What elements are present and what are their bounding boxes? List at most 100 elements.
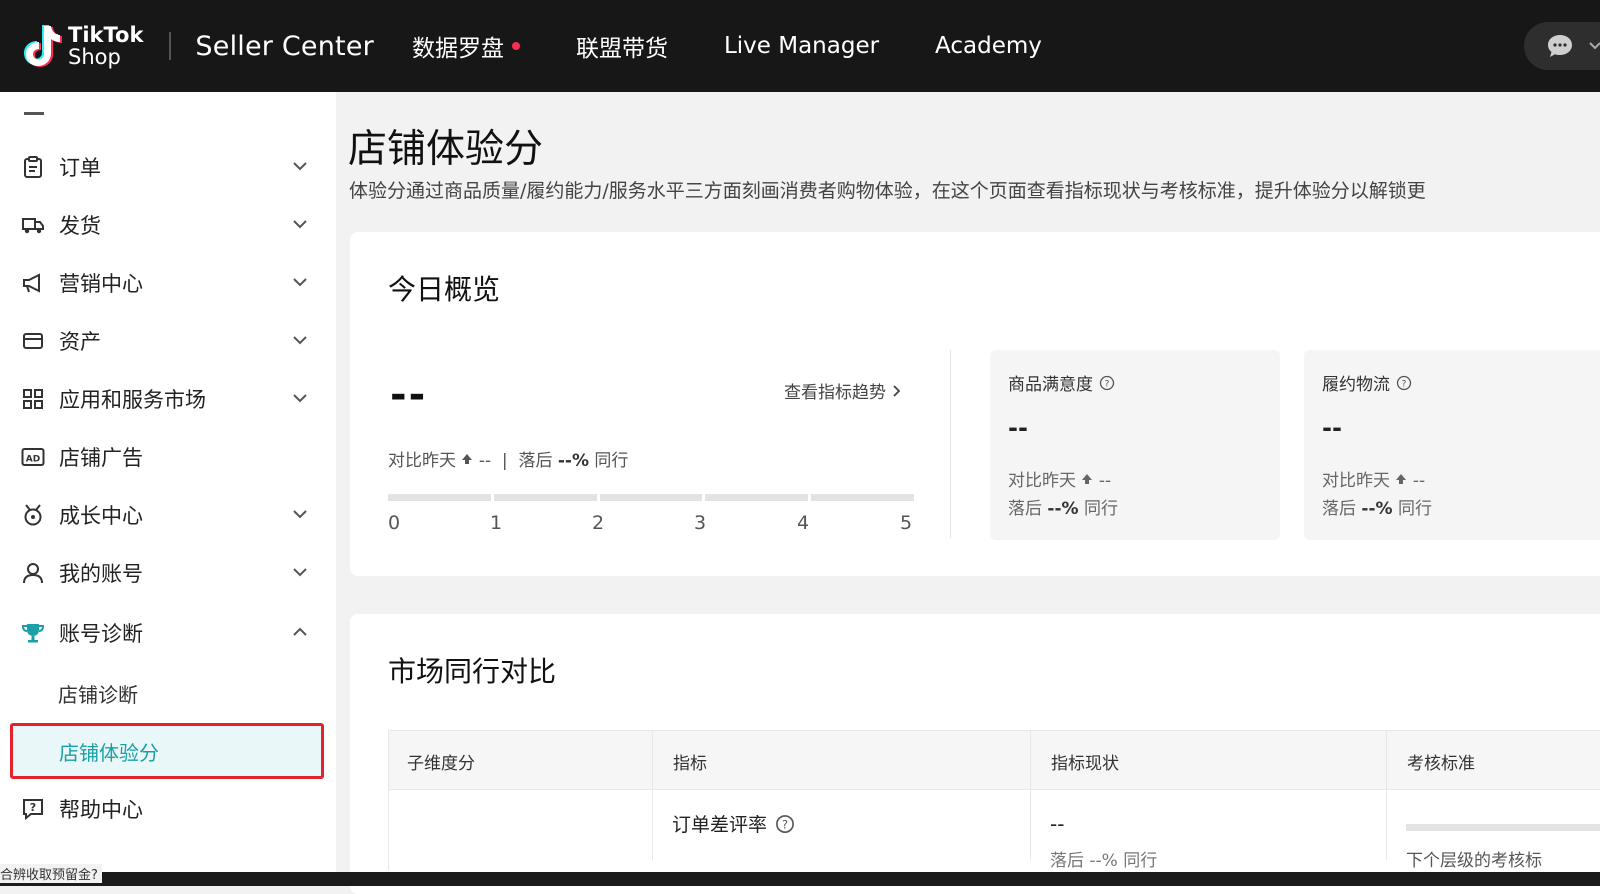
- metric-title: 商品满意度: [1008, 375, 1093, 395]
- nav-item-label: 数据罗盘: [411, 36, 504, 62]
- bottom-hint-text: 合辨收取预留金?: [0, 864, 102, 883]
- sidebar-item-account-diagnosis[interactable]: 账号诊断: [0, 608, 336, 658]
- help-icon: ?: [21, 797, 45, 821]
- chevron-down-icon: [293, 336, 307, 345]
- lag-prefix: 落后: [518, 451, 553, 471]
- nav-item-label: Academy: [935, 33, 1042, 59]
- sidebar-item-orders[interactable]: 订单: [0, 142, 336, 192]
- brand-line-1: TikTok: [68, 23, 144, 47]
- scale-segment: [811, 494, 914, 501]
- arrow-up-icon: [1396, 474, 1407, 484]
- svg-text:?: ?: [1402, 379, 1407, 389]
- trophy-icon: [21, 621, 45, 645]
- chevron-right-icon: [893, 385, 901, 397]
- scale-tick: 5: [900, 512, 913, 534]
- sidebar: 订单 发货 营销中心 资产 应用和服务市场 AD 店铺广告 成长中心 我的账号 …: [0, 92, 336, 872]
- sidebar-item-my-account[interactable]: 我的账号: [0, 548, 336, 598]
- metric-lag-prefix: 落后: [1322, 499, 1356, 519]
- apps-grid-icon: [21, 387, 45, 411]
- score-scale-bar: [388, 494, 914, 501]
- chat-bubble-icon: [1548, 35, 1572, 57]
- sidebar-item-label: 应用和服务市场: [59, 388, 206, 412]
- scale-tick: 0: [388, 512, 401, 534]
- nav-item-data-compass[interactable]: 数据罗盘: [412, 29, 520, 63]
- metric-lag: 落后 --% 同行: [1008, 494, 1118, 519]
- metric-lag-suffix: 同行: [1083, 499, 1118, 519]
- table-row-standard: 下个层级的考核标: [1406, 851, 1542, 871]
- view-trend-link[interactable]: 查看指标趋势: [784, 378, 901, 403]
- sidebar-item-label: 我的账号: [59, 562, 143, 586]
- column-divider: [1386, 730, 1387, 860]
- sidebar-item-label: 账号诊断: [59, 622, 143, 646]
- table-row-metric: 订单差评率 ?: [672, 810, 795, 837]
- question-circle-icon[interactable]: ?: [1099, 375, 1115, 391]
- sidebar-subitem-store-experience-score[interactable]: 店铺体验分: [10, 723, 324, 779]
- scale-tick: 2: [592, 512, 605, 534]
- sidebar-item-marketing[interactable]: 营销中心: [0, 258, 336, 308]
- comparison-table-header: 子维度分 指标 指标现状 考核标准: [388, 730, 1600, 790]
- arrow-up-icon: [1082, 474, 1093, 484]
- chevron-up-icon: [293, 627, 307, 636]
- sidebar-scrolled-item-edge: [24, 112, 44, 115]
- overview-divider: [950, 350, 951, 538]
- scale-segment: [493, 494, 597, 501]
- sidebar-item-label: 营销中心: [59, 272, 143, 296]
- megaphone-icon: [21, 271, 45, 295]
- sidebar-item-app-market[interactable]: 应用和服务市场: [0, 374, 336, 424]
- scale-tick: 3: [694, 512, 707, 534]
- metric-card-product-satisfaction[interactable]: 商品满意度 ? -- 对比昨天 -- 落后 --% 同行: [990, 350, 1280, 540]
- chevron-down-icon: [293, 568, 307, 577]
- sidebar-item-growth-center[interactable]: 成长中心: [0, 490, 336, 540]
- metric-lag-value: --%: [1361, 499, 1393, 519]
- sidebar-item-help-center[interactable]: ? 帮助中心: [0, 784, 336, 834]
- table-left-border: [388, 790, 389, 870]
- notification-dot: [511, 42, 520, 50]
- sidebar-item-store-ads[interactable]: AD 店铺广告: [0, 432, 336, 482]
- wallet-icon: [21, 329, 45, 353]
- main-content: 店铺体验分 体验分通过商品质量/履约能力/服务水平三方面刻画消费者购物体验，在这…: [336, 92, 1600, 894]
- nav-item-affiliate[interactable]: 联盟带货: [576, 29, 668, 63]
- overview-title: 今日概览: [388, 273, 501, 306]
- nav-item-academy[interactable]: Academy: [935, 33, 1042, 59]
- tiktok-note-icon: [24, 25, 62, 67]
- sidebar-item-label: 订单: [59, 156, 101, 180]
- svg-text:?: ?: [30, 801, 36, 814]
- column-divider: [1030, 730, 1031, 860]
- sidebar-item-shipping[interactable]: 发货: [0, 200, 336, 250]
- tiktok-shop-logo[interactable]: TikTok Shop: [20, 22, 143, 70]
- column-header: 考核标准: [1407, 754, 1475, 774]
- lag-value: --%: [557, 451, 590, 471]
- seller-center-title[interactable]: Seller Center: [195, 31, 374, 62]
- sidebar-item-label: 资产: [59, 330, 101, 354]
- metric-title-row: 商品满意度 ?: [1008, 370, 1115, 395]
- sidebar-subitem-store-diagnosis[interactable]: 店铺诊断: [58, 679, 138, 708]
- today-overview-card: 今日概览 -- 查看指标趋势 对比昨天 -- | 落后 --% 同行 0 1 2…: [350, 232, 1600, 576]
- brand-wordmark: TikTok Shop: [68, 24, 143, 68]
- metric-compare: 对比昨天 --: [1008, 466, 1111, 491]
- column-header: 指标现状: [1051, 754, 1119, 774]
- metric-title-row: 履约物流 ?: [1322, 370, 1412, 395]
- sidebar-item-assets[interactable]: 资产: [0, 316, 336, 366]
- chevron-down-icon: [293, 394, 307, 403]
- metric-card-fulfillment-logistics[interactable]: 履约物流 ? -- 对比昨天 -- 落后 --% 同行: [1304, 350, 1600, 540]
- messages-button[interactable]: [1524, 22, 1600, 70]
- compare-prefix: 对比昨天: [388, 451, 456, 471]
- scale-segment: [705, 494, 809, 501]
- clipboard-icon: [21, 155, 45, 179]
- arrow-up-icon: [462, 454, 473, 464]
- scale-segment: [599, 494, 703, 501]
- ad-icon: AD: [21, 445, 45, 469]
- table-row-status: --: [1050, 812, 1065, 836]
- chevron-down-icon: [293, 162, 307, 171]
- market-title: 市场同行对比: [388, 655, 557, 688]
- sidebar-subitem-label: 店铺体验分: [59, 740, 159, 765]
- question-circle-icon[interactable]: ?: [775, 814, 795, 834]
- nav-item-label: Live Manager: [723, 33, 880, 59]
- nav-item-live-manager[interactable]: Live Manager: [724, 33, 879, 59]
- lag-suffix: 同行: [594, 451, 629, 471]
- top-navigation-bar: TikTok Shop Seller Center 数据罗盘 联盟带货 Live…: [0, 0, 1600, 92]
- metric-compare-label: 对比昨天: [1322, 471, 1390, 491]
- metric-lag-value: --%: [1047, 499, 1079, 519]
- question-circle-icon[interactable]: ?: [1396, 375, 1412, 391]
- page-description: 体验分通过商品质量/履约能力/服务水平三方面刻画消费者购物体验，在这个页面查看指…: [349, 180, 1426, 202]
